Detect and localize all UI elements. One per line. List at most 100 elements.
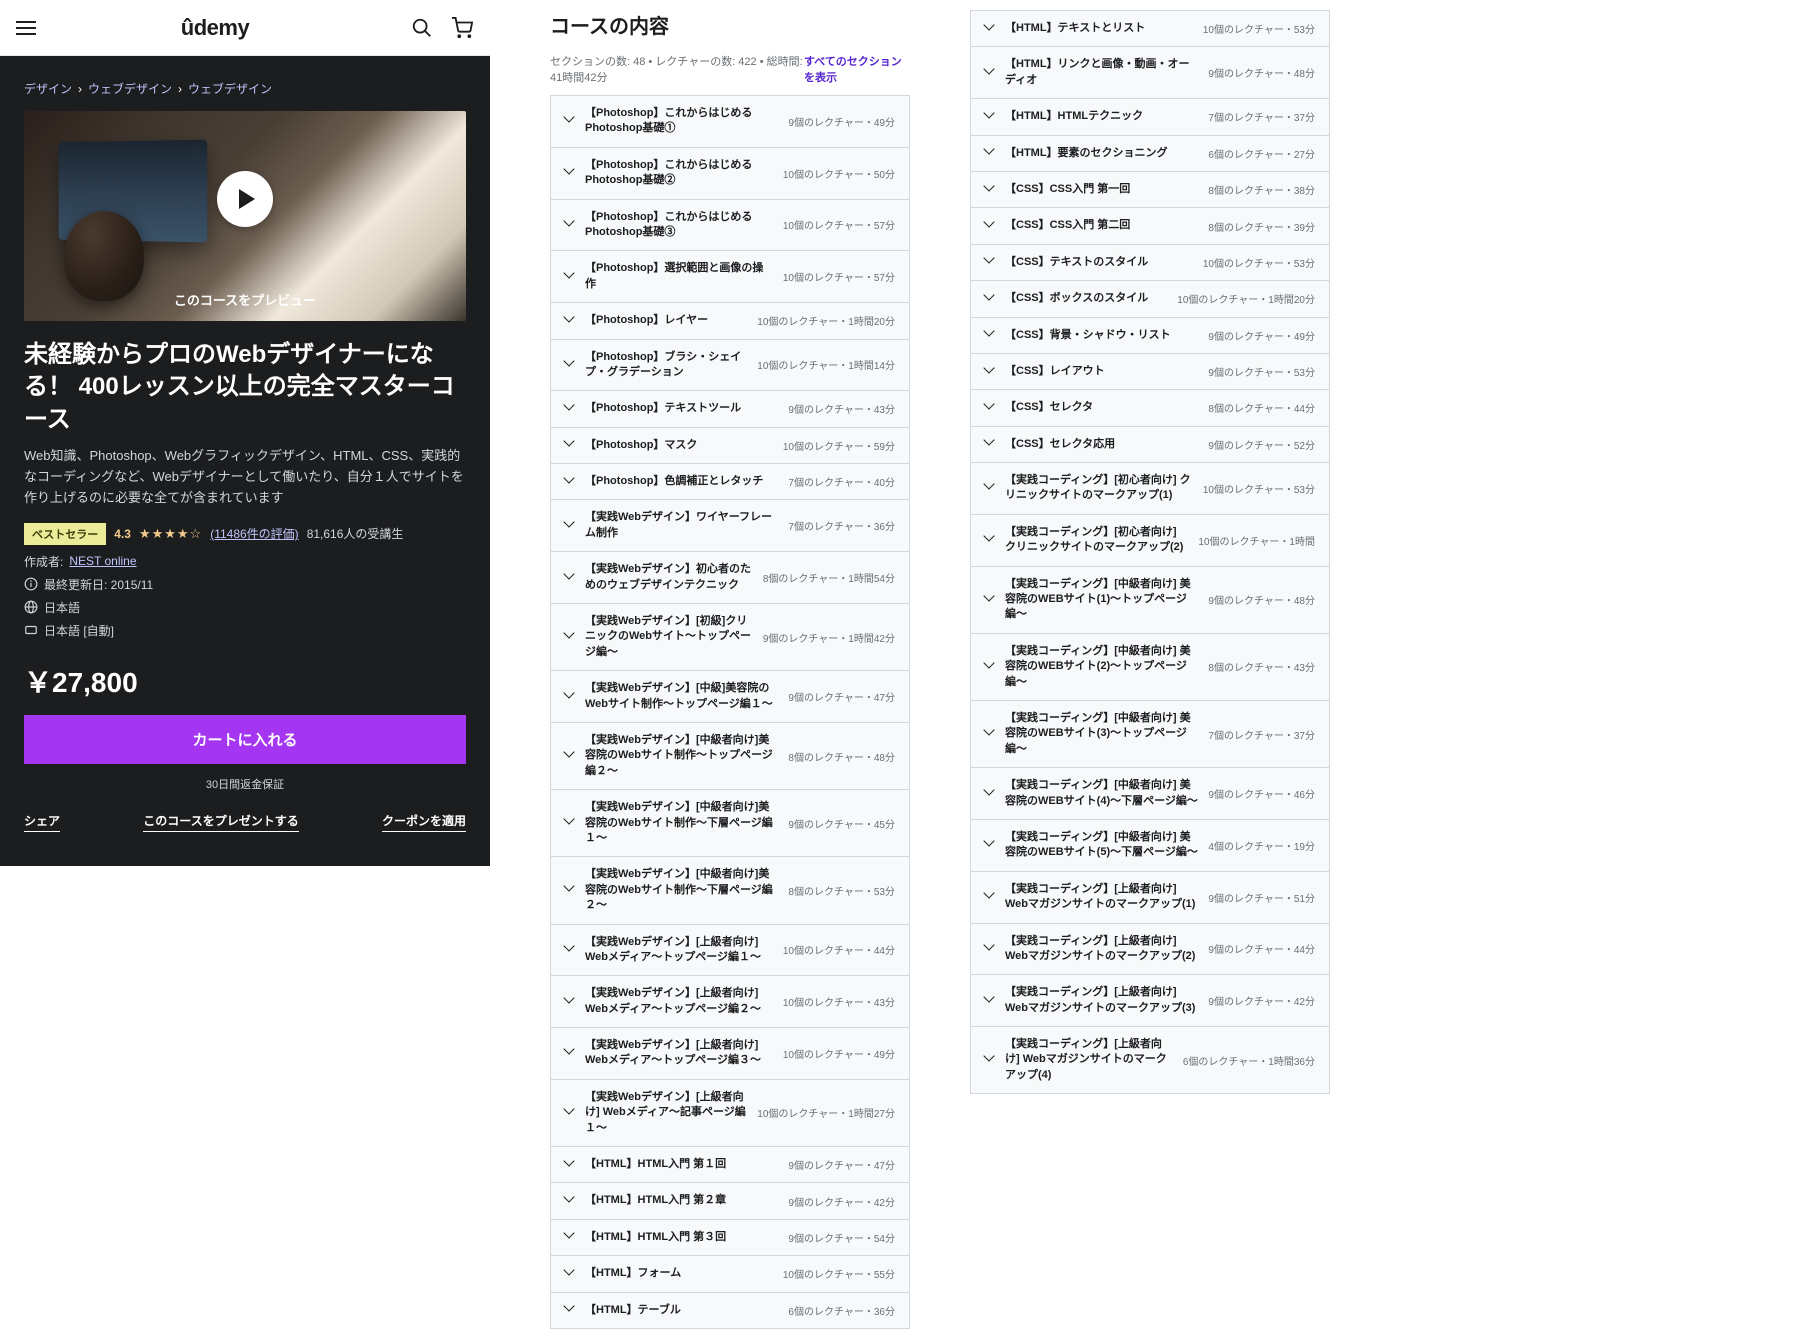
course-section[interactable]: 【実践コーディング】[中級者向け] 美容院のWEBサイト(5)〜下層ページ編〜4…: [970, 820, 1330, 872]
section-meta: 4個のレクチャー・19分: [1208, 838, 1315, 853]
section-title: 【HTML】テーブル: [585, 1303, 778, 1318]
course-section[interactable]: 【実践Webデザイン】初心者のためのウェブデザインテクニック8個のレクチャー・1…: [550, 552, 910, 604]
section-meta: 6個のレクチャー・1時間36分: [1183, 1053, 1315, 1068]
creator-link[interactable]: NEST online: [69, 554, 136, 568]
course-section[interactable]: 【実践コーディング】[初心者向け] クリニックサイトのマークアップ(1)10個の…: [970, 463, 1330, 515]
chevron-down-icon: [565, 116, 575, 126]
course-section[interactable]: 【Photoshop】色調補正とレタッチ7個のレクチャー・40分: [550, 464, 910, 500]
section-title: 【Photoshop】選択範囲と画像の操作: [585, 261, 773, 292]
course-section[interactable]: 【実践コーディング】[中級者向け] 美容院のWEBサイト(1)〜トップページ編〜…: [970, 567, 1330, 634]
course-section[interactable]: 【実践Webデザイン】[中級]美容院のWebサイト制作〜トップページ編１〜9個の…: [550, 671, 910, 723]
course-section[interactable]: 【Photoshop】これからはじめるPhotoshop基礎③10個のレクチャー…: [550, 200, 910, 252]
course-section[interactable]: 【Photoshop】テキストツール9個のレクチャー・43分: [550, 391, 910, 427]
chevron-down-icon: [565, 573, 575, 583]
section-meta: 8個のレクチャー・48分: [788, 749, 895, 764]
course-section[interactable]: 【実践Webデザイン】[上級者向け] Webメディア〜トップページ編３〜10個の…: [550, 1028, 910, 1080]
course-section[interactable]: 【HTML】リンクと画像・動画・オーディオ9個のレクチャー・48分: [970, 47, 1330, 99]
chevron-down-icon: [565, 404, 575, 414]
section-title: 【実践Webデザイン】[中級者向け]美容院のWebサイト制作〜下層ページ編１〜: [585, 800, 778, 846]
course-section[interactable]: 【実践Webデザイン】[上級者向け] Webメディア〜トップページ編２〜10個の…: [550, 976, 910, 1028]
course-section[interactable]: 【実践Webデザイン】[初級]クリニックのWebサイト〜トップページ編〜9個のレ…: [550, 604, 910, 671]
course-section[interactable]: 【実践Webデザイン】[上級者向け] Webメディア〜トップページ編１〜10個の…: [550, 925, 910, 977]
course-section[interactable]: 【HTML】HTMLテクニック7個のレクチャー・37分: [970, 99, 1330, 135]
section-title: 【実践コーディング】[中級者向け] 美容院のWEBサイト(4)〜下層ページ編〜: [1005, 778, 1198, 809]
section-title: 【実践Webデザイン】ワイヤーフレーム制作: [585, 510, 778, 541]
course-section[interactable]: 【CSS】ボックスのスタイル10個のレクチャー・1時間20分: [970, 281, 1330, 317]
preview-label: このコースをプレビュー: [24, 290, 466, 309]
course-section[interactable]: 【実践Webデザイン】[上級者向け] Webメディア〜記事ページ編１〜10個のレ…: [550, 1080, 910, 1147]
section-meta: 9個のレクチャー・49分: [1208, 328, 1315, 343]
logo[interactable]: ûdemy: [181, 15, 249, 41]
section-title: 【Photoshop】これからはじめるPhotoshop基礎②: [585, 158, 773, 189]
course-section[interactable]: 【HTML】要素のセクショニング6個のレクチャー・27分: [970, 136, 1330, 172]
course-section[interactable]: 【実践Webデザイン】[中級者向け]美容院のWebサイト制作〜下層ページ編２〜8…: [550, 857, 910, 924]
section-title: 【HTML】HTML入門 第１回: [585, 1157, 778, 1172]
course-section[interactable]: 【実践コーディング】[上級者向け] Webマガジンサイトのマークアップ(2)9個…: [970, 924, 1330, 976]
course-section[interactable]: 【実践Webデザイン】ワイヤーフレーム制作7個のレクチャー・36分: [550, 500, 910, 552]
course-section[interactable]: 【実践コーディング】[初心者向け] クリニックサイトのマークアップ(2)10個の…: [970, 515, 1330, 567]
section-title: 【実践Webデザイン】[中級者向け]美容院のWebサイト制作〜トップページ編２〜: [585, 733, 778, 779]
course-section[interactable]: 【CSS】セレクタ応用9個のレクチャー・52分: [970, 427, 1330, 463]
play-icon[interactable]: [217, 171, 273, 227]
course-section[interactable]: 【HTML】HTML入門 第３回9個のレクチャー・54分: [550, 1220, 910, 1256]
course-section[interactable]: 【実践コーディング】[中級者向け] 美容院のWEBサイト(4)〜下層ページ編〜 9…: [970, 768, 1330, 820]
rating-value: 4.3: [114, 527, 131, 541]
course-section[interactable]: 【CSS】レイアウト9個のレクチャー・53分: [970, 354, 1330, 390]
course-section[interactable]: 【HTML】テキストとリスト10個のレクチャー・53分: [970, 10, 1330, 47]
course-section[interactable]: 【HTML】フォーム10個のレクチャー・55分: [550, 1256, 910, 1292]
course-section[interactable]: 【実践コーディング】[上級者向け] Webマガジンサイトのマークアップ(1)9個…: [970, 872, 1330, 924]
chevron-down-icon: [565, 692, 575, 702]
add-to-cart-button[interactable]: カートに入れる: [24, 715, 466, 764]
section-title: 【実践コーディング】[上級者向け] Webマガジンサイトのマークアップ(1): [1005, 882, 1198, 913]
course-section[interactable]: 【実践コーディング】[中級者向け] 美容院のWEBサイト(3)〜トップページ編〜…: [970, 701, 1330, 768]
content-stats: セクションの数: 48 • レクチャーの数: 422 • 総時間: 41時間42…: [550, 53, 804, 85]
section-title: 【実践Webデザイン】[初級]クリニックのWebサイト〜トップページ編〜: [585, 614, 753, 660]
course-section[interactable]: 【CSS】セレクタ8個のレクチャー・44分: [970, 390, 1330, 426]
gift-button[interactable]: このコースをプレゼントする: [143, 812, 298, 832]
course-section[interactable]: 【Photoshop】ブラシ・シェイプ・グラデーション10個のレクチャー・1時間…: [550, 340, 910, 392]
course-section[interactable]: 【Photoshop】選択範囲と画像の操作10個のレクチャー・57分: [550, 251, 910, 303]
section-meta: 8個のレクチャー・44分: [1208, 400, 1315, 415]
section-title: 【CSS】ボックスのスタイル: [1005, 291, 1167, 306]
course-section[interactable]: 【CSS】テキストのスタイル10個のレクチャー・53分: [970, 245, 1330, 281]
course-section[interactable]: 【実践コーディング】[上級者向け] Webマガジンサイトのマークアップ(3)9個…: [970, 975, 1330, 1027]
section-meta: 10個のレクチャー・50分: [783, 166, 895, 181]
chevron-down-icon: [985, 185, 995, 195]
star-icon: ★★★★☆: [139, 526, 202, 542]
course-section[interactable]: 【CSS】CSS入門 第二回8個のレクチャー・39分: [970, 208, 1330, 244]
chevron-down-icon: [985, 24, 995, 34]
chevron-down-icon: [565, 1305, 575, 1315]
course-section[interactable]: 【Photoshop】マスク10個のレクチャー・59分: [550, 428, 910, 464]
menu-icon[interactable]: [16, 21, 36, 35]
section-meta: 9個のレクチャー・46分: [1208, 786, 1315, 801]
course-section[interactable]: 【実践コーディング】[中級者向け] 美容院のWEBサイト(2)〜トップページ編〜…: [970, 634, 1330, 701]
section-meta: 9個のレクチャー・48分: [1208, 592, 1315, 607]
search-icon[interactable]: [410, 16, 434, 40]
course-section[interactable]: 【HTML】テーブル6個のレクチャー・36分: [550, 1293, 910, 1329]
cart-icon[interactable]: [450, 16, 474, 40]
share-button[interactable]: シェア: [24, 812, 60, 832]
expand-all-button[interactable]: すべてのセクションを表示: [804, 53, 910, 85]
chevron-down-icon: [565, 440, 575, 450]
preview-video[interactable]: このコースをプレビュー: [24, 111, 466, 321]
reviews-link[interactable]: (11486件の評価): [210, 525, 298, 542]
content-heading: コースの内容: [550, 10, 910, 39]
chevron-down-icon: [565, 945, 575, 955]
course-section[interactable]: 【Photoshop】レイヤー10個のレクチャー・1時間20分: [550, 303, 910, 339]
coupon-button[interactable]: クーポンを適用: [382, 812, 466, 832]
section-title: 【CSS】セレクタ応用: [1005, 437, 1198, 452]
course-section[interactable]: 【CSS】背景・シャドウ・リスト9個のレクチャー・49分: [970, 318, 1330, 354]
section-title: 【実践コーディング】[上級者向け] Webマガジンサイトのマークアップ(3): [1005, 985, 1198, 1016]
section-title: 【実践Webデザイン】[中級]美容院のWebサイト制作〜トップページ編１〜: [585, 681, 778, 712]
course-section[interactable]: 【実践Webデザイン】[中級者向け]美容院のWebサイト制作〜下層ページ編１〜9…: [550, 790, 910, 857]
breadcrumb[interactable]: デザイン›ウェブデザイン›ウェブデザイン: [24, 80, 466, 97]
course-section[interactable]: 【HTML】HTML入門 第１回9個のレクチャー・47分: [550, 1147, 910, 1183]
section-meta: 8個のレクチャー・53分: [788, 883, 895, 898]
course-section[interactable]: 【Photoshop】これからはじめるPhotoshop基礎①9個のレクチャー・…: [550, 95, 910, 148]
section-title: 【実践コーディング】[中級者向け] 美容院のWEBサイト(3)〜トップページ編〜: [1005, 711, 1198, 757]
course-section[interactable]: 【実践コーディング】[上級者向け] Webマガジンサイトのマークアップ(4)6個…: [970, 1027, 1330, 1094]
section-title: 【HTML】HTML入門 第２章: [585, 1193, 778, 1208]
course-section[interactable]: 【Photoshop】これからはじめるPhotoshop基礎② 10個のレクチャー…: [550, 148, 910, 200]
course-section[interactable]: 【CSS】CSS入門 第一回8個のレクチャー・38分: [970, 172, 1330, 208]
course-section[interactable]: 【実践Webデザイン】[中級者向け]美容院のWebサイト制作〜トップページ編２〜…: [550, 723, 910, 790]
